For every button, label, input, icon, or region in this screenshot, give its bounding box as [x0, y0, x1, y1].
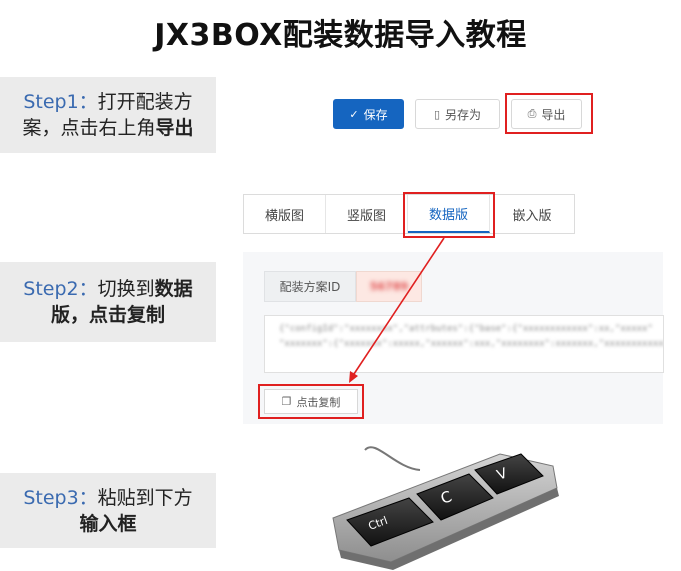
step-3-line-2: 输入框	[0, 511, 216, 537]
step-3-text: 粘贴到下方	[97, 486, 193, 509]
step-3-number: Step3：	[23, 486, 98, 509]
step-3-box: Step3：粘贴到下方 输入框	[0, 473, 216, 548]
step-3-bold: 输入框	[79, 512, 137, 535]
keyboard-cable	[364, 446, 421, 471]
step-3-line-1: Step3：粘贴到下方	[0, 485, 216, 511]
red-arrow-head	[349, 371, 358, 383]
red-arrow-line	[351, 237, 445, 378]
keyboard-illustration: Ctrl C V	[332, 446, 559, 570]
